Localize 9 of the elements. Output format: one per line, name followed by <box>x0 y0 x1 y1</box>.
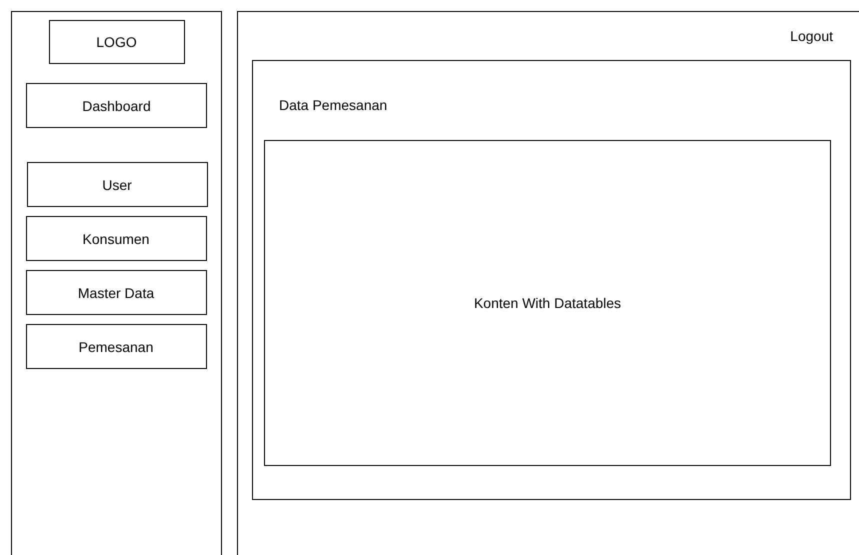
nav-button[interactable]: User <box>26 162 208 207</box>
logo-text: LOGO <box>96 34 137 50</box>
logout-link[interactable]: Logout <box>790 28 833 44</box>
nav-button[interactable]: Master Data <box>26 270 206 315</box>
nav-button[interactable]: Pemesanan <box>26 324 206 369</box>
nav-button[interactable]: Dashboard <box>26 83 207 128</box>
nav-button[interactable]: Konsumen <box>26 216 206 261</box>
placeholder-text: Konten With Datatables <box>474 295 622 311</box>
section-title: Data Pemesanan <box>279 97 388 113</box>
